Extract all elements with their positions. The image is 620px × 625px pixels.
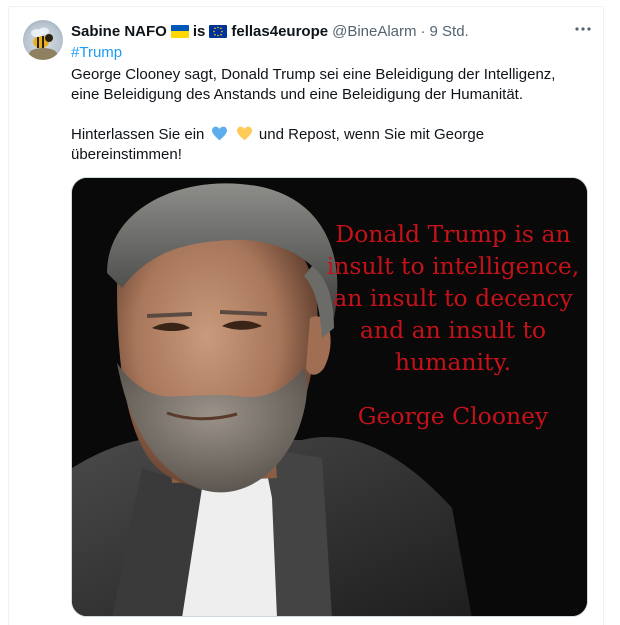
avatar[interactable] bbox=[23, 20, 63, 60]
quote-author: George Clooney bbox=[357, 402, 549, 430]
tweet-text-line: eine Beleidigung des Anstands und eine B… bbox=[71, 86, 523, 103]
author-name-2[interactable]: fellas4europe bbox=[231, 23, 328, 40]
tweet-text-fragment: Hinterlassen Sie ein bbox=[71, 126, 205, 143]
quote-line: and an insult to bbox=[359, 316, 547, 344]
time-separator: · bbox=[420, 22, 426, 40]
quote-line: humanity. bbox=[394, 348, 512, 376]
hashtag-link[interactable]: #Trump bbox=[71, 44, 122, 61]
tweet-card[interactable]: Sabine NAFO is fellas4europe @BineAlarm … bbox=[8, 6, 604, 625]
tweet-text-line: übereinstimmen! bbox=[71, 146, 182, 163]
quote-line: Donald Trump is an bbox=[335, 220, 571, 248]
quote-line: insult to intelligence, bbox=[326, 252, 580, 280]
yellow-heart-icon bbox=[236, 126, 252, 141]
post-time[interactable]: 9 Std. bbox=[430, 23, 469, 40]
author-name[interactable]: Sabine NAFO bbox=[71, 23, 167, 40]
quote-overlay: Donald Trump is an insult to intelligenc… bbox=[322, 218, 584, 432]
author-handle[interactable]: @BineAlarm bbox=[332, 23, 416, 40]
tweet-text-fragment: und Repost, wenn Sie mit George bbox=[258, 126, 485, 143]
author-connector[interactable]: is bbox=[193, 23, 206, 40]
quote-line: an insult to decency bbox=[333, 284, 573, 312]
tweet-text: George Clooney sagt, Donald Trump sei ei… bbox=[71, 65, 591, 165]
blue-heart-icon bbox=[211, 126, 227, 141]
tweet-image[interactable]: Donald Trump is an insult to intelligenc… bbox=[71, 177, 588, 617]
tweet-text-line: Hinterlassen Sie ein und Repost, wenn Si… bbox=[71, 125, 591, 145]
tweet-text-line: George Clooney sagt, Donald Trump sei ei… bbox=[71, 66, 556, 83]
more-options-button[interactable] bbox=[573, 19, 593, 39]
ellipsis-icon bbox=[575, 27, 591, 31]
tweet-header: Sabine NAFO is fellas4europe @BineAlarm … bbox=[71, 21, 593, 41]
ukraine-flag-icon bbox=[170, 24, 189, 38]
eu-flag-icon bbox=[209, 24, 228, 38]
bee-avatar-icon bbox=[29, 27, 57, 60]
